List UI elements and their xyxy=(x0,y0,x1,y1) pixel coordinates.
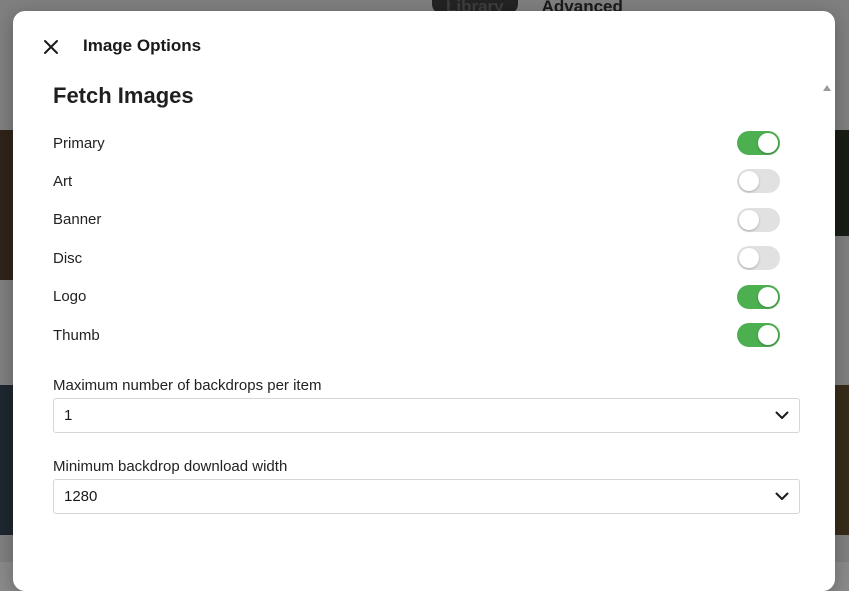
max-backdrops-value: 1 xyxy=(64,407,73,424)
toggle-disc[interactable] xyxy=(737,246,780,271)
image-type-row-disc: Disc xyxy=(53,244,780,272)
image-type-row-thumb: Thumb xyxy=(53,321,780,349)
min-backdrop-width-select[interactable]: 1280 xyxy=(53,479,800,514)
dialog-title: Image Options xyxy=(83,36,202,55)
image-type-label: Art xyxy=(53,172,73,190)
image-type-label: Disc xyxy=(53,249,83,267)
chevron-down-icon xyxy=(775,411,789,420)
toggle-knob xyxy=(739,209,759,230)
min-backdrop-width-value: 1280 xyxy=(64,488,98,505)
toggle-art[interactable] xyxy=(737,169,780,194)
image-type-row-primary: Primary xyxy=(53,129,780,157)
toggle-knob xyxy=(739,171,759,192)
image-type-row-art: Art xyxy=(53,167,780,195)
close-button[interactable] xyxy=(39,35,63,59)
image-type-label: Logo xyxy=(53,288,87,306)
toggle-banner[interactable] xyxy=(737,207,780,232)
toggle-knob xyxy=(758,133,778,153)
image-type-label: Primary xyxy=(53,134,105,152)
max-backdrops-label: Maximum number of backdrops per item xyxy=(53,377,322,394)
close-icon xyxy=(44,40,58,54)
image-options-dialog: Image Options Fetch Images Maximum numbe… xyxy=(13,11,835,591)
dialog-header: Image Options xyxy=(13,11,835,81)
chevron-down-icon xyxy=(775,492,789,501)
image-type-label: Banner xyxy=(53,211,102,229)
section-title: Fetch Images xyxy=(53,83,194,108)
toggle-knob xyxy=(739,248,759,269)
scroll-up-arrow-icon[interactable] xyxy=(823,85,831,91)
max-backdrops-select[interactable]: 1 xyxy=(53,398,800,433)
toggle-knob xyxy=(758,325,778,345)
image-type-row-banner: Banner xyxy=(53,206,780,234)
toggle-knob xyxy=(758,286,778,307)
toggle-primary[interactable] xyxy=(737,131,780,155)
toggle-logo[interactable] xyxy=(737,284,780,309)
image-type-row-logo: Logo xyxy=(53,283,780,311)
image-type-label: Thumb xyxy=(53,326,100,344)
min-backdrop-width-label: Minimum backdrop download width xyxy=(53,458,288,475)
toggle-thumb[interactable] xyxy=(737,323,780,347)
